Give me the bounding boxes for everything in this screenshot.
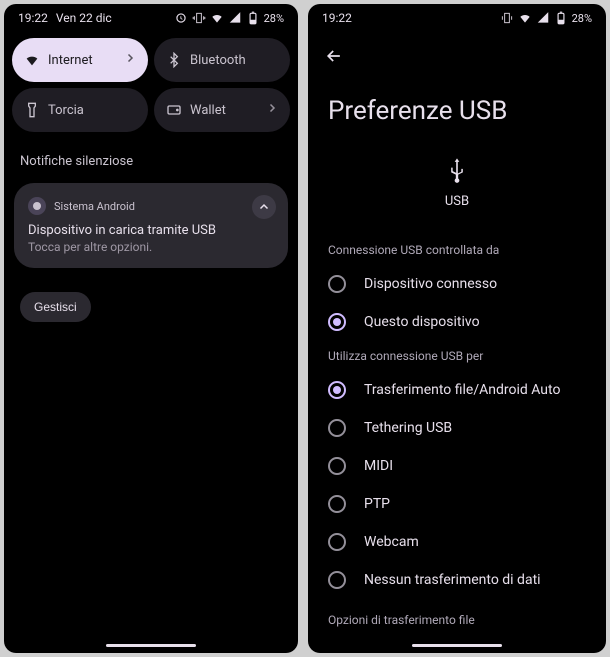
vibrate-icon — [500, 11, 514, 25]
battery-percent: 28% — [264, 12, 284, 25]
battery-icon — [246, 11, 260, 25]
radio-icon — [328, 275, 346, 293]
radio-this-device[interactable]: Questo dispositivo — [308, 303, 606, 341]
chevron-right-icon — [266, 102, 278, 118]
usb-hero-label: USB — [445, 194, 469, 209]
battery-percent: 28% — [572, 12, 592, 25]
page-title: Preferenze USB — [308, 80, 606, 156]
radio-icon — [328, 533, 346, 551]
radio-tethering[interactable]: Tethering USB — [308, 409, 606, 447]
radio-label: Dispositivo connesso — [364, 276, 497, 292]
qs-tile-label: Bluetooth — [190, 53, 246, 68]
radio-icon — [328, 381, 346, 399]
nav-handle[interactable] — [412, 644, 502, 647]
chevron-right-icon — [124, 52, 136, 68]
chevron-up-icon — [258, 201, 270, 213]
status-bar: 19:22 Ven 22 dic 28% — [4, 4, 298, 32]
status-date: Ven 22 dic — [56, 11, 112, 25]
android-system-icon — [28, 197, 46, 215]
phone-quick-settings: 19:22 Ven 22 dic 28% — [4, 4, 298, 653]
usb-icon — [443, 156, 471, 184]
radio-label: MIDI — [364, 458, 393, 474]
radio-icon — [328, 571, 346, 589]
wifi-icon — [518, 11, 532, 25]
flashlight-icon — [24, 102, 40, 118]
wifi-icon — [24, 52, 40, 68]
radio-label: Questo dispositivo — [364, 314, 480, 330]
vibrate-icon — [192, 11, 206, 25]
radio-icon — [328, 419, 346, 437]
battery-icon — [554, 11, 568, 25]
radio-label: Tethering USB — [364, 420, 452, 436]
phone-usb-prefs: 19:22 28% Preferenze USB USB Connessio — [308, 4, 606, 653]
bluetooth-icon — [166, 52, 182, 68]
arrow-left-icon — [324, 46, 344, 66]
radio-label: Nessun trasferimento di dati — [364, 572, 541, 588]
status-bar: 19:22 28% — [308, 4, 606, 32]
status-icons: 28% — [174, 11, 284, 25]
notification-card[interactable]: Sistema Android Dispositivo in carica tr… — [14, 183, 288, 268]
quick-settings-grid: Internet Bluetooth Torcia Wallet — [4, 32, 298, 138]
collapse-button[interactable] — [252, 195, 276, 219]
nav-handle[interactable] — [106, 644, 196, 647]
wifi-icon — [210, 11, 224, 25]
file-transfer-options-label: Opzioni di trasferimento file — [308, 599, 606, 627]
notif-subtitle: Tocca per altre opzioni. — [28, 240, 274, 254]
status-time: 19:22 — [18, 11, 48, 25]
notif-app-name: Sistema Android — [54, 200, 135, 213]
back-button[interactable] — [308, 32, 606, 80]
alarm-icon — [174, 11, 188, 25]
qs-tile-wallet[interactable]: Wallet — [154, 88, 290, 132]
silent-notif-header: Notifiche silenziose — [4, 138, 298, 177]
radio-file-transfer[interactable]: Trasferimento file/Android Auto — [308, 371, 606, 409]
usb-hero: USB — [308, 156, 606, 235]
section-use-for: Utilizza connessione USB per — [308, 341, 606, 371]
wallet-icon — [166, 102, 182, 118]
qs-tile-torch[interactable]: Torcia — [12, 88, 148, 132]
qs-tile-bluetooth[interactable]: Bluetooth — [154, 38, 290, 82]
qs-tile-label: Torcia — [48, 103, 84, 118]
section-controlled-by: Connessione USB controllata da — [308, 235, 606, 265]
status-time: 19:22 — [322, 11, 352, 25]
radio-label: PTP — [364, 496, 390, 512]
radio-icon — [328, 313, 346, 331]
manage-button[interactable]: Gestisci — [20, 292, 91, 322]
radio-midi[interactable]: MIDI — [308, 447, 606, 485]
qs-tile-internet[interactable]: Internet — [12, 38, 148, 82]
notif-title: Dispositivo in carica tramite USB — [28, 223, 274, 238]
signal-icon — [228, 11, 242, 25]
radio-icon — [328, 457, 346, 475]
radio-connected-device[interactable]: Dispositivo connesso — [308, 265, 606, 303]
radio-icon — [328, 495, 346, 513]
signal-icon — [536, 11, 550, 25]
radio-no-transfer[interactable]: Nessun trasferimento di dati — [308, 561, 606, 599]
radio-ptp[interactable]: PTP — [308, 485, 606, 523]
qs-tile-label: Wallet — [190, 103, 226, 118]
radio-webcam[interactable]: Webcam — [308, 523, 606, 561]
radio-label: Trasferimento file/Android Auto — [364, 382, 560, 398]
qs-tile-label: Internet — [48, 53, 93, 68]
radio-label: Webcam — [364, 534, 419, 550]
status-icons: 28% — [500, 11, 592, 25]
